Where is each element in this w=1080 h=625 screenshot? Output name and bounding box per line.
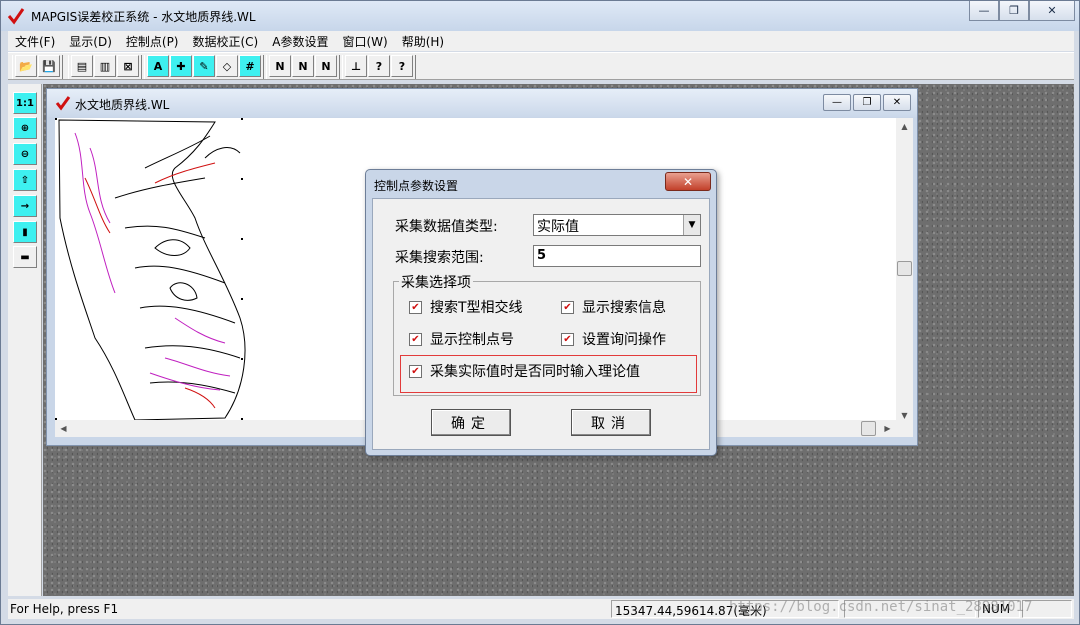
select-icon[interactable]: ▮ (13, 221, 37, 243)
doc-minimize-button[interactable]: — (823, 94, 851, 111)
ok-button[interactable]: 确定 (431, 409, 511, 436)
add-point-icon[interactable]: A (147, 55, 169, 77)
toolbar: 📂 💾 ▤ ▥ ⊠ A ✚ ✎ ◇ # N N N ⊥ ? ? (8, 52, 1074, 80)
help-icon[interactable]: ? (368, 55, 390, 77)
menu-bar: 文件(F) 显示(D) 控制点(P) 数据校正(C) A参数设置 窗口(W) 帮… (8, 31, 1074, 51)
control-point-settings-dialog: 控制点参数设置 ✕ 采集数据值类型: 实际值 ▼ 采集搜索范围: 5 采集选择项… (365, 169, 717, 456)
window-title: MAPGIS误差校正系统 - 水文地质界线.WL (31, 10, 256, 24)
copy-window-icon[interactable]: ▤ (71, 55, 93, 77)
checkbox-checked-icon[interactable]: ✔ (409, 300, 422, 314)
doc-close-button[interactable]: ✕ (883, 94, 911, 111)
checkbox-checked-icon[interactable]: ✔ (561, 332, 574, 346)
option-label: 显示控制点号 (430, 332, 514, 348)
horizontal-scroll-thumb[interactable] (861, 421, 876, 436)
eraser-icon[interactable]: ▬ (13, 246, 37, 268)
cancel-button[interactable]: 取消 (571, 409, 651, 436)
paste-window-icon[interactable]: ▥ (94, 55, 116, 77)
option-input-theory-value[interactable]: ✔ 采集实际值时是否同时输入理论值 (409, 361, 640, 381)
close-button[interactable]: ✕ (1029, 1, 1075, 21)
menu-control-point[interactable]: 控制点(P) (119, 33, 186, 50)
close-window-icon[interactable]: ⊠ (117, 55, 139, 77)
option-label: 采集实际值时是否同时输入理论值 (430, 364, 640, 380)
menu-parameter-settings[interactable]: A参数设置 (265, 33, 335, 50)
menu-data-correction[interactable]: 数据校正(C) (186, 33, 266, 50)
watermark-text: https://blog.csdn.net/sinat_28981017 (729, 599, 1033, 615)
option-show-search-info[interactable]: ✔ 显示搜索信息 (561, 297, 666, 317)
zoom-in-icon[interactable]: ⊕ (13, 117, 37, 139)
document-title-bar: 水文地质界线.WL — ❐ ✕ (47, 89, 917, 117)
pan-up-icon[interactable]: ⇧ (13, 169, 37, 191)
search-range-input[interactable]: 5 (533, 245, 701, 267)
group-label: 采集选择项 (399, 272, 473, 292)
menu-window[interactable]: 窗口(W) (335, 33, 394, 50)
menu-display[interactable]: 显示(D) (62, 33, 119, 50)
move-icon[interactable]: → (13, 195, 37, 217)
geology-map (55, 118, 246, 421)
maximize-button[interactable]: ❐ (999, 1, 1029, 21)
dialog-title: 控制点参数设置 (374, 179, 459, 193)
checkmark-icon (55, 96, 71, 111)
checkbox-checked-icon[interactable]: ✔ (561, 300, 574, 314)
edit-point-icon[interactable]: ✎ (193, 55, 215, 77)
nl-icon[interactable]: N (292, 55, 314, 77)
minimize-button[interactable]: — (969, 1, 999, 21)
search-range-label: 采集搜索范围: (395, 250, 484, 266)
checkbox-checked-icon[interactable]: ✔ (409, 332, 422, 346)
scroll-up-icon[interactable]: ▲ (896, 118, 913, 135)
erase-point-icon[interactable]: ◇ (216, 55, 238, 77)
zoom-actual-icon[interactable]: 1:1 (13, 92, 37, 114)
vertical-scroll-thumb[interactable] (897, 261, 912, 276)
option-label: 设置询问操作 (582, 332, 666, 348)
option-search-t-lines[interactable]: ✔ 搜索T型相交线 (409, 297, 523, 317)
scroll-left-icon[interactable]: ◀ (55, 420, 72, 437)
checkbox-checked-icon[interactable]: ✔ (409, 364, 422, 378)
checkmark-icon (7, 8, 25, 25)
dialog-close-button[interactable]: ✕ (665, 172, 711, 191)
data-type-select[interactable]: 实际值 ▼ (533, 214, 701, 236)
option-set-query-operation[interactable]: ✔ 设置询问操作 (561, 329, 666, 349)
open-icon[interactable]: 📂 (15, 55, 37, 77)
title-bar: MAPGIS误差校正系统 - 水文地质界线.WL — ❐ ✕ (1, 1, 1079, 31)
data-type-label: 采集数据值类型: (395, 219, 498, 235)
dialog-body: 采集数据值类型: 实际值 ▼ 采集搜索范围: 5 采集选择项 ✔ 搜索T型相交线… (372, 198, 710, 450)
no-icon[interactable]: N (315, 55, 337, 77)
menu-help[interactable]: 帮助(H) (395, 33, 451, 50)
option-show-point-number[interactable]: ✔ 显示控制点号 (409, 329, 514, 349)
option-label: 显示搜索信息 (582, 300, 666, 316)
data-type-value: 实际值 (537, 219, 579, 235)
target-point-icon[interactable]: ✚ (170, 55, 192, 77)
bar-chart-icon[interactable]: ⊥ (345, 55, 367, 77)
vertical-scrollbar[interactable]: ▲ ▼ (896, 118, 913, 424)
na-icon[interactable]: N (269, 55, 291, 77)
scroll-right-icon[interactable]: ▶ (879, 420, 896, 437)
option-label: 搜索T型相交线 (430, 300, 523, 316)
zoom-out-icon[interactable]: ⊖ (13, 143, 37, 165)
menu-file[interactable]: 文件(F) (8, 33, 62, 50)
document-title: 水文地质界线.WL (75, 98, 170, 112)
left-toolbar: 1:1 ⊕ ⊖ ⇧ → ▮ ▬ (8, 84, 42, 596)
context-help-icon[interactable]: ? (391, 55, 413, 77)
doc-maximize-button[interactable]: ❐ (853, 94, 881, 111)
app-window: MAPGIS误差校正系统 - 水文地质界线.WL — ❐ ✕ 文件(F) 显示(… (0, 0, 1080, 625)
chevron-down-icon[interactable]: ▼ (683, 215, 700, 235)
status-help-text: For Help, press F1 (10, 602, 119, 616)
save-icon[interactable]: 💾 (38, 55, 60, 77)
grid-icon[interactable]: # (239, 55, 261, 77)
